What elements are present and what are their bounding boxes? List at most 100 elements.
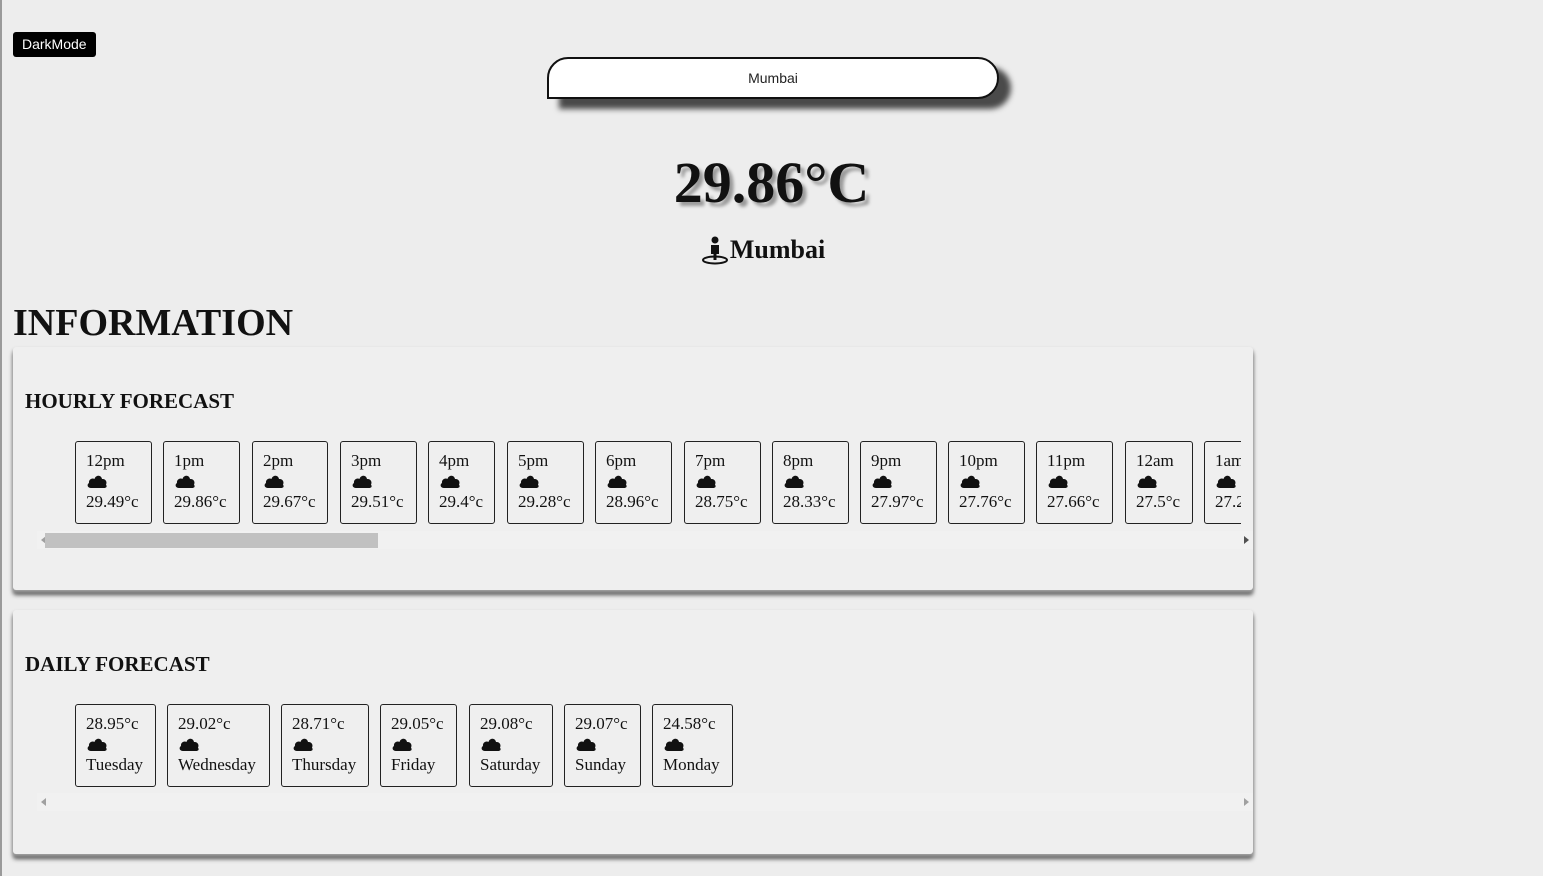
hourly-card: 12pm 29.49°c xyxy=(75,441,152,524)
daily-day: Monday xyxy=(663,755,720,774)
hourly-time: 4pm xyxy=(439,451,470,470)
hourly-time: 8pm xyxy=(783,451,814,470)
hourly-time: 7pm xyxy=(695,451,726,470)
cloud-icon xyxy=(87,475,107,488)
current-temperature: 29.86°C xyxy=(673,150,870,215)
hourly-time: 5pm xyxy=(518,451,549,470)
hourly-card: 10pm 27.76°c xyxy=(948,441,1025,524)
daily-scrollbar[interactable] xyxy=(37,793,1253,811)
hourly-time: 12pm xyxy=(86,451,125,470)
hourly-time: 1pm xyxy=(174,451,205,470)
daily-temp: 29.07°c xyxy=(575,714,628,733)
hourly-temp: 27.97°c xyxy=(871,492,924,511)
cloud-icon xyxy=(293,738,313,751)
hourly-scrollbar[interactable] xyxy=(37,531,1253,549)
daily-card: 28.71°c Thursday xyxy=(281,704,369,787)
hourly-temp: 28.75°c xyxy=(695,492,748,511)
daily-day: Wednesday xyxy=(178,755,256,774)
daily-forecast-title: DAILY FORECAST xyxy=(25,652,210,676)
hourly-temp: 27.2 xyxy=(1215,492,1241,511)
hourly-card: 11pm 27.66°c xyxy=(1036,441,1113,524)
daily-temp: 29.05°c xyxy=(391,714,444,733)
hourly-time: 9pm xyxy=(871,451,902,470)
hourly-card: 7pm 28.75°c xyxy=(684,441,761,524)
daily-day: Saturday xyxy=(480,755,541,774)
hourly-time: 10pm xyxy=(959,451,998,470)
hourly-card: 9pm 27.97°c xyxy=(860,441,937,524)
hourly-card: 4pm 29.4°c xyxy=(428,441,495,524)
window-edge xyxy=(0,0,2,876)
city-search-input[interactable] xyxy=(547,57,999,99)
hourly-scroll-thumb[interactable] xyxy=(45,533,378,548)
darkmode-button[interactable]: DarkMode xyxy=(13,32,96,57)
daily-temp: 28.71°c xyxy=(292,714,345,733)
daily-forecast-panel: DAILY FORECAST 28.95°c Tuesday 29.02°c Wedn… xyxy=(13,610,1253,854)
cloud-icon xyxy=(784,475,804,488)
hourly-temp: 28.33°c xyxy=(783,492,836,511)
cloud-icon xyxy=(175,475,195,488)
hourly-time: 12am xyxy=(1136,451,1174,470)
daily-card: 29.08°c Saturday xyxy=(469,704,553,787)
hourly-time: 11pm xyxy=(1047,451,1086,470)
cloud-icon xyxy=(1048,475,1068,488)
scroll-left-icon[interactable] xyxy=(37,793,51,811)
daily-cards[interactable]: 28.95°c Tuesday 29.02°c Wednesday 28.71°c Thu… xyxy=(75,704,1241,788)
hourly-card: 12am 27.5°c xyxy=(1125,441,1193,524)
hourly-temp: 29.86°c xyxy=(174,492,227,511)
cloud-icon xyxy=(519,475,539,488)
daily-day: Thursday xyxy=(292,755,357,774)
person-pin-icon xyxy=(701,236,728,265)
cloud-icon xyxy=(440,475,460,488)
daily-temp: 29.02°c xyxy=(178,714,231,733)
daily-day: Sunday xyxy=(575,755,626,774)
daily-card: 28.95°c Tuesday xyxy=(75,704,156,787)
cloud-icon xyxy=(696,475,716,488)
daily-card: 29.02°c Wednesday xyxy=(167,704,270,787)
hourly-temp: 29.28°c xyxy=(518,492,571,511)
hourly-card: 3pm 29.51°c xyxy=(340,441,417,524)
scroll-right-icon[interactable] xyxy=(1239,793,1253,811)
scroll-right-icon[interactable] xyxy=(1239,531,1253,549)
cloud-icon xyxy=(179,738,199,751)
cloud-icon xyxy=(1216,475,1236,488)
cloud-icon xyxy=(352,475,372,488)
hourly-card: 1pm 29.86°c xyxy=(163,441,240,524)
cloud-icon xyxy=(87,738,107,751)
daily-card: 29.05°c Friday xyxy=(380,704,457,787)
cloud-icon xyxy=(664,738,684,751)
hourly-forecast-panel: HOURLY FORECAST 12pm 29.49°c 1pm 29.86°c 2pm… xyxy=(13,347,1253,590)
hourly-temp: 29.49°c xyxy=(86,492,139,511)
hourly-card: 1am 27.2 xyxy=(1204,441,1241,524)
hourly-forecast-title: HOURLY FORECAST xyxy=(25,389,235,413)
cloud-icon xyxy=(576,738,596,751)
daily-temp: 29.08°c xyxy=(480,714,533,733)
hourly-temp: 27.76°c xyxy=(959,492,1012,511)
daily-temp: 24.58°c xyxy=(663,714,716,733)
cloud-icon xyxy=(392,738,412,751)
hourly-time: 3pm xyxy=(351,451,382,470)
daily-day: Tuesday xyxy=(86,755,143,774)
location-name: Mumbai xyxy=(729,235,826,264)
hourly-time: 1am xyxy=(1215,451,1241,470)
daily-card: 29.07°c Sunday xyxy=(564,704,641,787)
information-heading: INFORMATION xyxy=(13,302,294,344)
hourly-cards[interactable]: 12pm 29.49°c 1pm 29.86°c 2pm 29.67°c 3pm 29.51°… xyxy=(75,441,1241,525)
hourly-time: 6pm xyxy=(606,451,637,470)
cloud-icon xyxy=(872,475,892,488)
hourly-card: 6pm 28.96°c xyxy=(595,441,672,524)
hourly-time: 2pm xyxy=(263,451,294,470)
daily-temp: 28.95°c xyxy=(86,714,139,733)
current-location: Mumbai xyxy=(0,232,1543,268)
hourly-temp: 29.51°c xyxy=(351,492,404,511)
cloud-icon xyxy=(264,475,284,488)
cloud-icon xyxy=(607,475,627,488)
cloud-icon xyxy=(1137,475,1157,488)
hourly-card: 2pm 29.67°c xyxy=(252,441,328,524)
hourly-temp: 27.5°c xyxy=(1136,492,1181,511)
cloud-icon xyxy=(960,475,980,488)
hourly-card: 5pm 29.28°c xyxy=(507,441,584,524)
hourly-temp: 27.66°c xyxy=(1047,492,1100,511)
hourly-temp: 28.96°c xyxy=(606,492,659,511)
cloud-icon xyxy=(481,738,501,751)
hourly-temp: 29.67°c xyxy=(263,492,316,511)
